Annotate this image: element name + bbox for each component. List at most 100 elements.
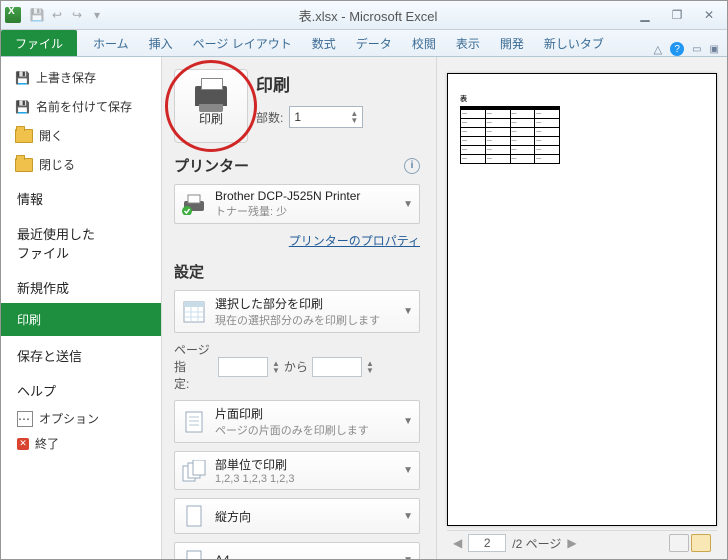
nav-open[interactable]: 開く	[1, 121, 161, 150]
chevron-down-icon: ▼	[403, 465, 413, 476]
chevron-down-icon: ▼	[403, 555, 413, 560]
nav-info[interactable]: 情報	[1, 179, 161, 214]
exit-icon: ✕	[17, 438, 29, 450]
page-number-input[interactable]: 2	[468, 534, 506, 552]
folder-open-icon	[15, 129, 33, 143]
chevron-down-icon: ▼	[403, 199, 413, 210]
sides-main: 片面印刷	[215, 405, 395, 422]
paper-icon	[181, 547, 207, 559]
preview-content: 表 ———— ———— ———— ———— ———— ————	[460, 94, 560, 164]
nav-print[interactable]: 印刷	[1, 303, 161, 336]
nav-save-as[interactable]: 💾 名前を付けて保存	[1, 92, 161, 121]
nav-save[interactable]: 💾 上書き保存	[1, 63, 161, 92]
selection-icon	[181, 299, 207, 325]
page-spec-label: ページ指 定:	[174, 341, 214, 392]
print-what-main: 選択した部分を印刷	[215, 295, 395, 312]
printer-icon	[195, 86, 227, 106]
tab-home[interactable]: ホーム	[83, 30, 139, 56]
ribbon-more-icon[interactable]: ▭	[692, 44, 701, 55]
settings-heading: 設定	[174, 261, 204, 282]
collate-sub: 1,2,3 1,2,3 1,2,3	[215, 473, 395, 485]
tab-formulas[interactable]: 数式	[302, 30, 346, 56]
copies-spinner[interactable]: ▲▼	[350, 110, 358, 124]
ribbon-minimize-icon[interactable]: △	[654, 43, 662, 56]
orientation-combo[interactable]: 縦方向 ▼	[174, 498, 420, 534]
nav-new[interactable]: 新規作成	[1, 268, 161, 303]
help-icon[interactable]: ?	[670, 42, 684, 56]
zoom-fit-button[interactable]	[691, 534, 711, 552]
tab-insert[interactable]: 挿入	[139, 30, 183, 56]
qat-save-icon[interactable]: 💾	[29, 7, 45, 23]
nav-exit-label: 終了	[35, 435, 59, 452]
excel-app-icon	[5, 7, 21, 23]
tab-view[interactable]: 表示	[446, 30, 490, 56]
chevron-down-icon: ▼	[403, 511, 413, 522]
copies-value: 1	[294, 110, 301, 124]
nav-close[interactable]: 閉じる	[1, 150, 161, 179]
restore-button[interactable]: ❐	[667, 8, 687, 22]
next-page-button[interactable]: ▶	[567, 536, 576, 550]
folder-close-icon	[15, 158, 33, 172]
minimize-button[interactable]: ▁	[635, 8, 655, 22]
nav-exit[interactable]: ✕ 終了	[1, 431, 161, 456]
collate-combo[interactable]: 部単位で印刷 1,2,3 1,2,3 1,2,3 ▼	[174, 451, 420, 490]
collate-main: 部単位で印刷	[215, 456, 395, 473]
nav-options-label: オプション	[39, 410, 99, 427]
page-from-input[interactable]	[218, 357, 268, 377]
tab-page-layout[interactable]: ページ レイアウト	[183, 30, 302, 56]
printer-combo[interactable]: Brother DCP-J525N Printer トナー残量: 少 ▼	[174, 184, 420, 224]
sides-sub: ページの片面のみを印刷します	[215, 422, 395, 438]
printer-properties-link[interactable]: プリンターのプロパティ	[174, 232, 420, 249]
print-preview-page: 表 ———— ———— ———— ———— ———— ————	[447, 73, 717, 526]
print-button[interactable]: 印刷	[174, 69, 248, 143]
paper-main: A4	[215, 553, 395, 559]
ribbon-more2-icon[interactable]: ▣	[710, 44, 719, 55]
zoom-to-page-button[interactable]	[669, 534, 689, 552]
printer-name: Brother DCP-J525N Printer	[215, 189, 395, 203]
tab-new-tab[interactable]: 新しいタブ	[534, 30, 614, 56]
save-as-icon: 💾	[15, 100, 30, 114]
chevron-down-icon: ▼	[403, 416, 413, 427]
qat-undo-icon[interactable]: ↩	[49, 7, 65, 23]
nav-print-label: 印刷	[17, 311, 41, 328]
save-icon: 💾	[15, 71, 30, 85]
printer-combo-icon	[181, 191, 207, 217]
printer-info-icon[interactable]: i	[404, 158, 420, 174]
printer-status: トナー残量: 少	[215, 203, 395, 219]
options-icon: ⋯	[17, 411, 33, 427]
nav-options[interactable]: ⋯ オプション	[1, 406, 161, 431]
nav-save-as-label: 名前を付けて保存	[36, 98, 132, 115]
tab-data[interactable]: データ	[346, 30, 402, 56]
copies-input[interactable]: 1 ▲▼	[289, 106, 363, 128]
window-title: 表.xlsx - Microsoft Excel	[105, 6, 631, 25]
prev-page-button[interactable]: ◀	[453, 536, 462, 550]
one-sided-icon	[181, 409, 207, 435]
tab-file[interactable]: ファイル	[1, 30, 77, 56]
copies-label: 部数:	[256, 109, 283, 126]
chevron-down-icon: ▼	[403, 306, 413, 317]
sides-combo[interactable]: 片面印刷 ページの片面のみを印刷します ▼	[174, 400, 420, 443]
print-button-label: 印刷	[199, 110, 223, 127]
paper-size-combo[interactable]: A4 ▼	[174, 542, 420, 559]
page-to-label: から	[284, 358, 308, 375]
nav-recent[interactable]: 最近使用した ファイル	[1, 214, 161, 268]
collate-icon	[181, 458, 207, 484]
print-heading: 印刷	[256, 71, 420, 96]
page-total-label: /2 ページ	[512, 535, 561, 552]
print-what-combo[interactable]: 選択した部分を印刷 現在の選択部分のみを印刷します ▼	[174, 290, 420, 333]
nav-close-label: 閉じる	[39, 156, 75, 173]
nav-open-label: 開く	[39, 127, 63, 144]
tab-developer[interactable]: 開発	[490, 30, 534, 56]
close-button[interactable]: ✕	[699, 8, 719, 22]
printer-heading: プリンター	[174, 155, 249, 176]
page-to-spinner[interactable]: ▲▼	[366, 360, 374, 374]
nav-help[interactable]: ヘルプ	[1, 371, 161, 406]
page-from-spinner[interactable]: ▲▼	[272, 360, 280, 374]
nav-save-send[interactable]: 保存と送信	[1, 336, 161, 371]
qat-redo-icon[interactable]: ↪	[69, 7, 85, 23]
tab-review[interactable]: 校閲	[402, 30, 446, 56]
orientation-main: 縦方向	[215, 508, 395, 525]
qat-more-icon[interactable]: ▾	[89, 7, 105, 23]
portrait-icon	[181, 503, 207, 529]
page-to-input[interactable]	[312, 357, 362, 377]
